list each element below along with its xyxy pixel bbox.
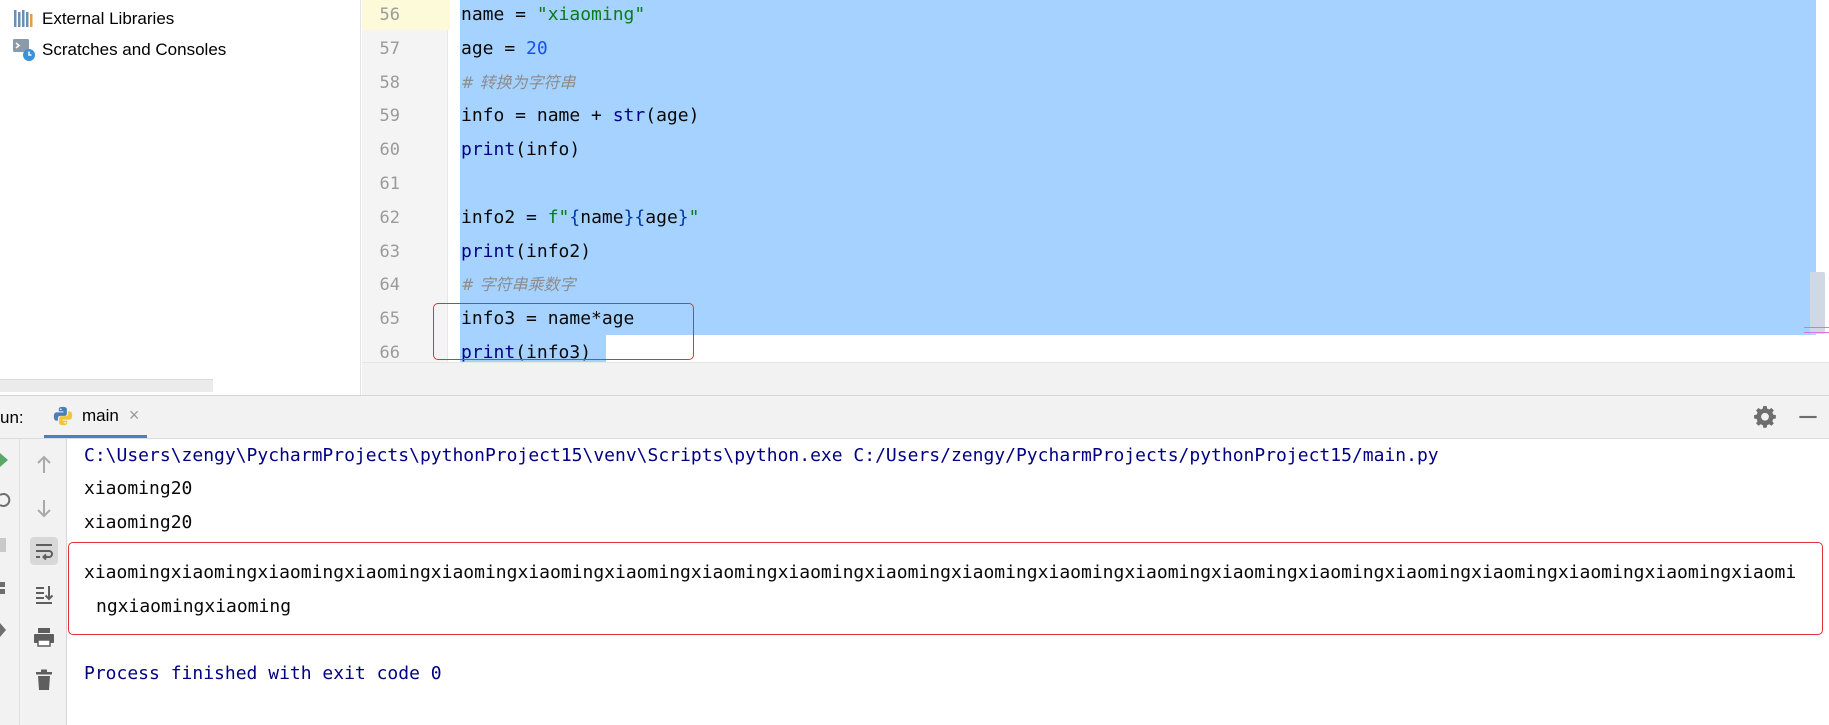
run-window-label: un:	[0, 408, 24, 427]
code-token: print	[461, 342, 516, 363]
line-number: 57	[379, 39, 400, 59]
code-line: info = name + str(age)	[461, 100, 699, 134]
line-number: 61	[379, 174, 400, 194]
line-number: 60	[379, 140, 400, 160]
stop-icon[interactable]	[0, 534, 16, 556]
arrow-up-icon[interactable]	[30, 451, 58, 479]
code-token: info2 =	[461, 207, 548, 228]
code-line: info3 = name*age	[461, 303, 634, 337]
code-line: # 字符串乘数字	[461, 269, 576, 303]
code-token: "	[688, 207, 700, 228]
code-token: 20	[526, 38, 548, 59]
code-line: print(info)	[461, 134, 580, 168]
run-tab-main[interactable]: main ×	[44, 396, 148, 438]
code-token: }{	[623, 207, 646, 228]
output-annotation-box	[68, 542, 1823, 635]
run-tab-label: main	[82, 405, 119, 425]
code-token: str	[612, 105, 646, 126]
rerun-icon[interactable]	[0, 449, 16, 471]
code-token: age	[645, 207, 678, 228]
line-number: 59	[379, 106, 400, 126]
code-token: # 转换为字符串	[461, 73, 576, 92]
code-line: info2 = f"{name}{age}"	[461, 202, 699, 236]
console-exit-message: Process finished with exit code 0	[84, 663, 442, 684]
console-output-line-1: xiaoming20	[84, 478, 193, 499]
text-selection	[460, 0, 1816, 335]
code-token: # 字符串乘数字	[461, 275, 576, 294]
console-output[interactable]: C:\Users\zengy\PycharmProjects\pythonPro…	[67, 439, 1829, 725]
tree-item-label: External Libraries	[42, 9, 175, 28]
run-left-strip	[0, 439, 20, 725]
code-token: (info2)	[515, 241, 592, 262]
trash-icon[interactable]	[30, 666, 58, 694]
line-number: 62	[379, 208, 400, 228]
code-token: "xiaoming"	[536, 4, 646, 25]
pin-icon[interactable]	[0, 619, 16, 641]
code-token: info = name +	[461, 105, 613, 126]
code-line: age = 20	[461, 33, 548, 67]
line-number: 65	[379, 309, 400, 329]
code-token: print	[461, 139, 516, 160]
line-number: 64	[379, 275, 400, 295]
console-output-line-3b: ngxiaomingxiaoming	[96, 596, 292, 617]
code-token: name	[580, 207, 624, 228]
python-icon	[53, 406, 73, 425]
tree-item-label: Scratches and Consoles	[42, 40, 227, 59]
editor-bottom-strip	[362, 362, 1829, 395]
code-token: info3 = name*age	[461, 308, 635, 329]
code-token: f"	[547, 207, 570, 228]
line-number: 58	[379, 73, 400, 93]
arrow-down-icon[interactable]	[30, 494, 58, 522]
line-number: 56	[379, 5, 400, 25]
code-line: print(info2)	[461, 236, 591, 270]
code-line: name = "xiaoming"	[461, 0, 645, 33]
code-line: # 转换为字符串	[461, 67, 576, 101]
modify-run-icon[interactable]	[0, 489, 16, 511]
tree-item-scratches-and-consoles[interactable]: Scratches and Consoles	[12, 37, 226, 63]
line-number: 63	[379, 242, 400, 262]
run-toolbar	[20, 439, 67, 725]
console-command-line: C:\Users\zengy\PycharmProjects\pythonPro…	[84, 445, 1439, 466]
print-icon[interactable]	[30, 623, 58, 651]
gear-icon[interactable]	[1752, 404, 1778, 430]
code-token: (age)	[645, 105, 700, 126]
line-number-gutter: 56 57 58 59 60 61 62 63 64 65 66	[362, 0, 450, 363]
scratches-icon	[13, 39, 35, 61]
close-icon[interactable]: ×	[129, 405, 140, 426]
minimize-icon[interactable]	[1795, 404, 1821, 430]
library-icon	[14, 10, 33, 27]
code-token: }	[677, 207, 689, 228]
code-token: {	[569, 207, 581, 228]
layout-icon[interactable]	[0, 577, 16, 599]
code-token: (info)	[515, 139, 581, 160]
tree-item-external-libraries[interactable]: External Libraries	[12, 6, 174, 32]
scroll-to-end-icon[interactable]	[30, 580, 58, 608]
code-token: name =	[461, 4, 537, 25]
project-horizontal-scrollbar[interactable]	[0, 379, 213, 392]
code-token: age =	[461, 38, 527, 59]
soft-wrap-icon[interactable]	[30, 537, 58, 565]
editor-vertical-scrollbar[interactable]	[1810, 272, 1825, 334]
editor-scroll-marker	[1804, 327, 1829, 333]
console-output-line-3a: xiaomingxiaomingxiaomingxiaomingxiaoming…	[84, 562, 1797, 583]
project-tree-panel: External Libraries Scratches and Console…	[0, 0, 361, 395]
run-tool-window-header: un: main ×	[0, 395, 1829, 439]
code-token: (info3)	[515, 342, 592, 363]
console-output-line-2: xiaoming20	[84, 512, 193, 533]
code-editor[interactable]: 56 57 58 59 60 61 62 63 64 65 66 name = "xiaoming"…	[362, 0, 1829, 395]
code-token: print	[461, 241, 516, 262]
